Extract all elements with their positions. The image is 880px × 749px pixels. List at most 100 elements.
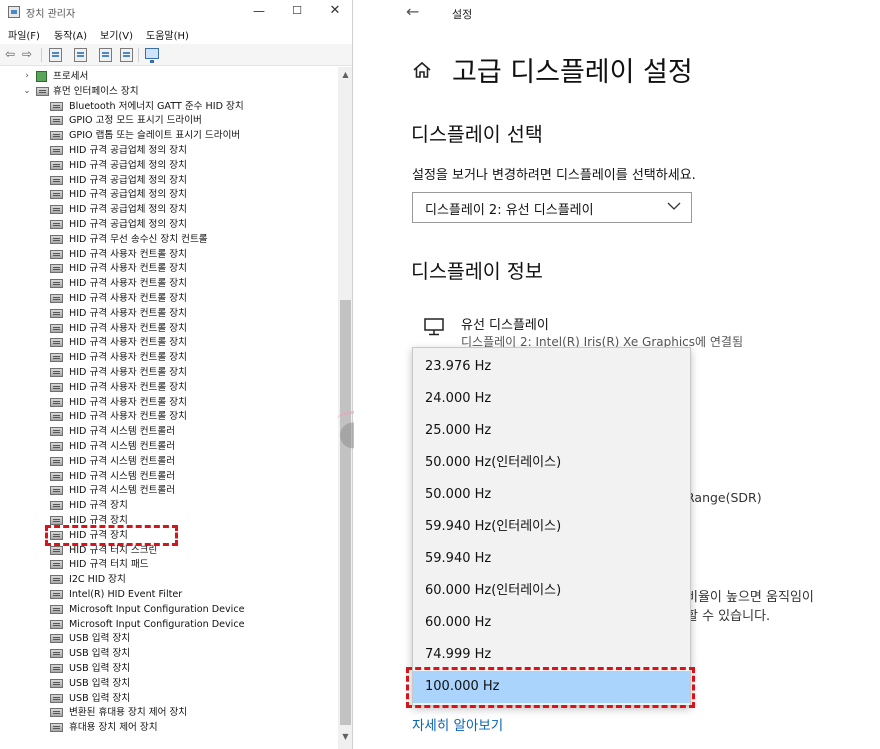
- scroll-down-arrow-icon[interactable]: ▼: [338, 729, 352, 744]
- hid-device-icon: [50, 412, 63, 422]
- tree-device-item[interactable]: HID 규격 공급업체 정의 장치: [50, 143, 335, 158]
- minimize-button[interactable]: —: [240, 0, 278, 24]
- tree-device-item[interactable]: HID 규격 시스템 컨트롤러: [50, 454, 335, 469]
- refresh-rate-option[interactable]: 60.000 Hz: [413, 607, 690, 639]
- forward-arrow-icon[interactable]: ⇨: [22, 48, 36, 62]
- tree-device-item[interactable]: 변환된 휴대용 장치 제어 장치: [50, 705, 335, 720]
- refresh-rate-option[interactable]: 50.000 Hz(인터레이스): [413, 447, 690, 479]
- scroll-thumb[interactable]: [340, 300, 351, 725]
- tree-device-item[interactable]: HID 규격 사용자 컨트롤 장치: [50, 350, 335, 365]
- help-icon[interactable]: [74, 48, 87, 62]
- tree-device-item[interactable]: USB 입력 장치: [50, 691, 335, 706]
- tree-device-item[interactable]: HID 규격 공급업체 정의 장치: [50, 217, 335, 232]
- tree-device-item[interactable]: HID 규격 사용자 컨트롤 장치: [50, 276, 335, 291]
- tree-device-item[interactable]: HID 규격 사용자 컨트롤 장치: [50, 380, 335, 395]
- refresh-rate-option[interactable]: 59.940 Hz: [413, 543, 690, 575]
- tree-item-label: HID 규격 사용자 컨트롤 장치: [69, 352, 187, 364]
- tree-device-item[interactable]: HID 규격 공급업체 정의 장치: [50, 158, 335, 173]
- properties-icon[interactable]: [49, 48, 62, 62]
- tree-device-item[interactable]: HID 규격 공급업체 정의 장치: [50, 202, 335, 217]
- tree-item-label: HID 규격 시스템 컨트롤러: [69, 470, 176, 482]
- expand-chevron-icon[interactable]: ⌄: [22, 84, 32, 99]
- scroll-up-arrow-icon[interactable]: ▲: [338, 67, 352, 82]
- menu-view[interactable]: 보기(V): [100, 27, 133, 42]
- learn-more-link[interactable]: 자세히 알아보기: [412, 714, 503, 734]
- menu-action[interactable]: 동작(A): [54, 27, 87, 42]
- menu-bar: 파일(F) 동작(A) 보기(V) 도움말(H): [0, 24, 352, 43]
- tree-item-label: 프로세서: [53, 71, 89, 82]
- hid-device-icon: [50, 294, 63, 303]
- tree-device-item[interactable]: USB 입력 장치: [50, 661, 335, 676]
- scan-hardware-monitor-icon[interactable]: [145, 48, 159, 63]
- tree-device-item[interactable]: Intel(R) HID Event Filter: [50, 587, 335, 602]
- home-icon[interactable]: [412, 60, 432, 80]
- window-title: 장치 관리자: [26, 9, 76, 20]
- refresh-rate-option[interactable]: 24.000 Hz: [413, 383, 690, 415]
- tree-device-item[interactable]: HID 규격 시스템 컨트롤러: [50, 483, 335, 498]
- hid-device-icon: [50, 664, 63, 673]
- refresh-rate-option[interactable]: 25.000 Hz: [413, 415, 690, 447]
- tree-device-item[interactable]: HID 규격 공급업체 정의 장치: [50, 173, 335, 188]
- tree-item-label: HID 규격 사용자 컨트롤 장치: [69, 367, 187, 378]
- monitor-icon: [424, 318, 444, 336]
- tree-device-item[interactable]: HID 규격 무선 송수신 장치 컨트롤: [50, 232, 335, 247]
- hid-device-icon: [50, 516, 63, 525]
- tree-device-item[interactable]: HID 규격 시스템 컨트롤러: [50, 424, 335, 439]
- hid-category-icon: [36, 86, 49, 96]
- refresh-rate-option[interactable]: 59.940 Hz(인터레이스): [413, 511, 690, 543]
- tree-device-item[interactable]: Microsoft Input Configuration Device: [50, 617, 335, 632]
- tree-device-item[interactable]: HID 규격 사용자 컨트롤 장치: [50, 247, 335, 262]
- tree-device-item[interactable]: HID 규격 사용자 컨트롤 장치: [50, 306, 335, 321]
- display-select-dropdown[interactable]: 디스플레이 2: 유선 디스플레이: [412, 192, 692, 223]
- tree-category[interactable]: ⌄ 휴먼 인터페이스 장치: [22, 84, 322, 99]
- tree-item-label: USB 입력 장치: [69, 648, 131, 660]
- tree-device-item[interactable]: HID 규격 사용자 컨트롤 장치: [50, 261, 335, 276]
- refresh-rate-option[interactable]: 23.976 Hz: [413, 351, 690, 383]
- tree-device-item[interactable]: HID 규격 사용자 컨트롤 장치: [50, 335, 335, 350]
- hid-device-icon: [50, 590, 63, 599]
- tree-device-item[interactable]: HID 규격 사용자 컨트롤 장치: [50, 395, 335, 410]
- expand-chevron-icon[interactable]: ›: [22, 69, 32, 84]
- tree-device-item[interactable]: 휴대용 장치 제어 장치: [50, 720, 335, 735]
- tree-scrollbar[interactable]: ▲ ▼: [338, 67, 352, 749]
- hid-device-icon: [50, 456, 63, 466]
- tree-category[interactable]: › 프로세서: [22, 69, 322, 84]
- back-arrow-icon[interactable]: ←: [406, 2, 419, 21]
- tree-device-item[interactable]: HID 규격 장치: [50, 498, 335, 513]
- tree-device-item[interactable]: I2C HID 장치: [50, 572, 335, 587]
- tree-device-item[interactable]: HID 규격 터치 패드: [50, 557, 335, 572]
- tree-device-item[interactable]: USB 입력 장치: [50, 631, 335, 646]
- tree-item-label: Microsoft Input Configuration Device: [69, 618, 245, 630]
- tree-device-item[interactable]: HID 규격 시스템 컨트롤러: [50, 469, 335, 484]
- tree-device-item[interactable]: USB 입력 장치: [50, 676, 335, 691]
- tree-device-item[interactable]: HID 규격 사용자 컨트롤 장치: [50, 365, 335, 380]
- view-resources-icon[interactable]: [120, 48, 133, 62]
- tree-item-label: 변환된 휴대용 장치 제어 장치: [69, 707, 188, 719]
- tree-item-label: HID 규격 사용자 컨트롤 장치: [69, 263, 187, 275]
- tree-device-item[interactable]: HID 규격 사용자 컨트롤 장치: [50, 409, 335, 424]
- hid-device-icon: [50, 368, 63, 377]
- tree-device-item[interactable]: HID 규격 사용자 컨트롤 장치: [50, 321, 335, 336]
- tree-device-item[interactable]: HID 규격 공급업체 정의 장치: [50, 187, 335, 202]
- hid-device-icon: [50, 175, 63, 185]
- tree-device-item[interactable]: HID 규격 시스템 컨트롤러: [50, 439, 335, 454]
- menu-help[interactable]: 도움말(H): [146, 27, 189, 42]
- update-driver-icon[interactable]: [99, 48, 112, 62]
- back-arrow-icon[interactable]: ⇦: [5, 48, 19, 62]
- maximize-button[interactable]: ☐: [278, 0, 316, 24]
- tree-device-item[interactable]: GPIO 고정 모드 표시기 드라이버: [50, 113, 335, 128]
- hid-device-icon: [50, 486, 63, 496]
- tree-device-item[interactable]: USB 입력 장치: [50, 646, 335, 661]
- menu-file[interactable]: 파일(F): [8, 27, 40, 42]
- tree-device-item[interactable]: GPIO 랩톱 또는 슬레이트 표시기 드라이버: [50, 128, 335, 143]
- tree-device-item[interactable]: Microsoft Input Configuration Device: [50, 602, 335, 617]
- close-button[interactable]: ✕: [316, 0, 352, 24]
- color-space-text: Range(SDR): [686, 490, 762, 505]
- refresh-rate-option[interactable]: 50.000 Hz: [413, 479, 690, 511]
- hid-device-icon: [50, 693, 63, 703]
- refresh-rate-option[interactable]: 60.000 Hz(인터레이스): [413, 575, 690, 607]
- tree-item-label: HID 규격 시스템 컨트롤러: [69, 455, 176, 467]
- tree-item-label: Microsoft Input Configuration Device: [69, 603, 245, 615]
- tree-device-item[interactable]: Bluetooth 저에너지 GATT 준수 HID 장치: [50, 99, 335, 114]
- tree-device-item[interactable]: HID 규격 사용자 컨트롤 장치: [50, 291, 335, 306]
